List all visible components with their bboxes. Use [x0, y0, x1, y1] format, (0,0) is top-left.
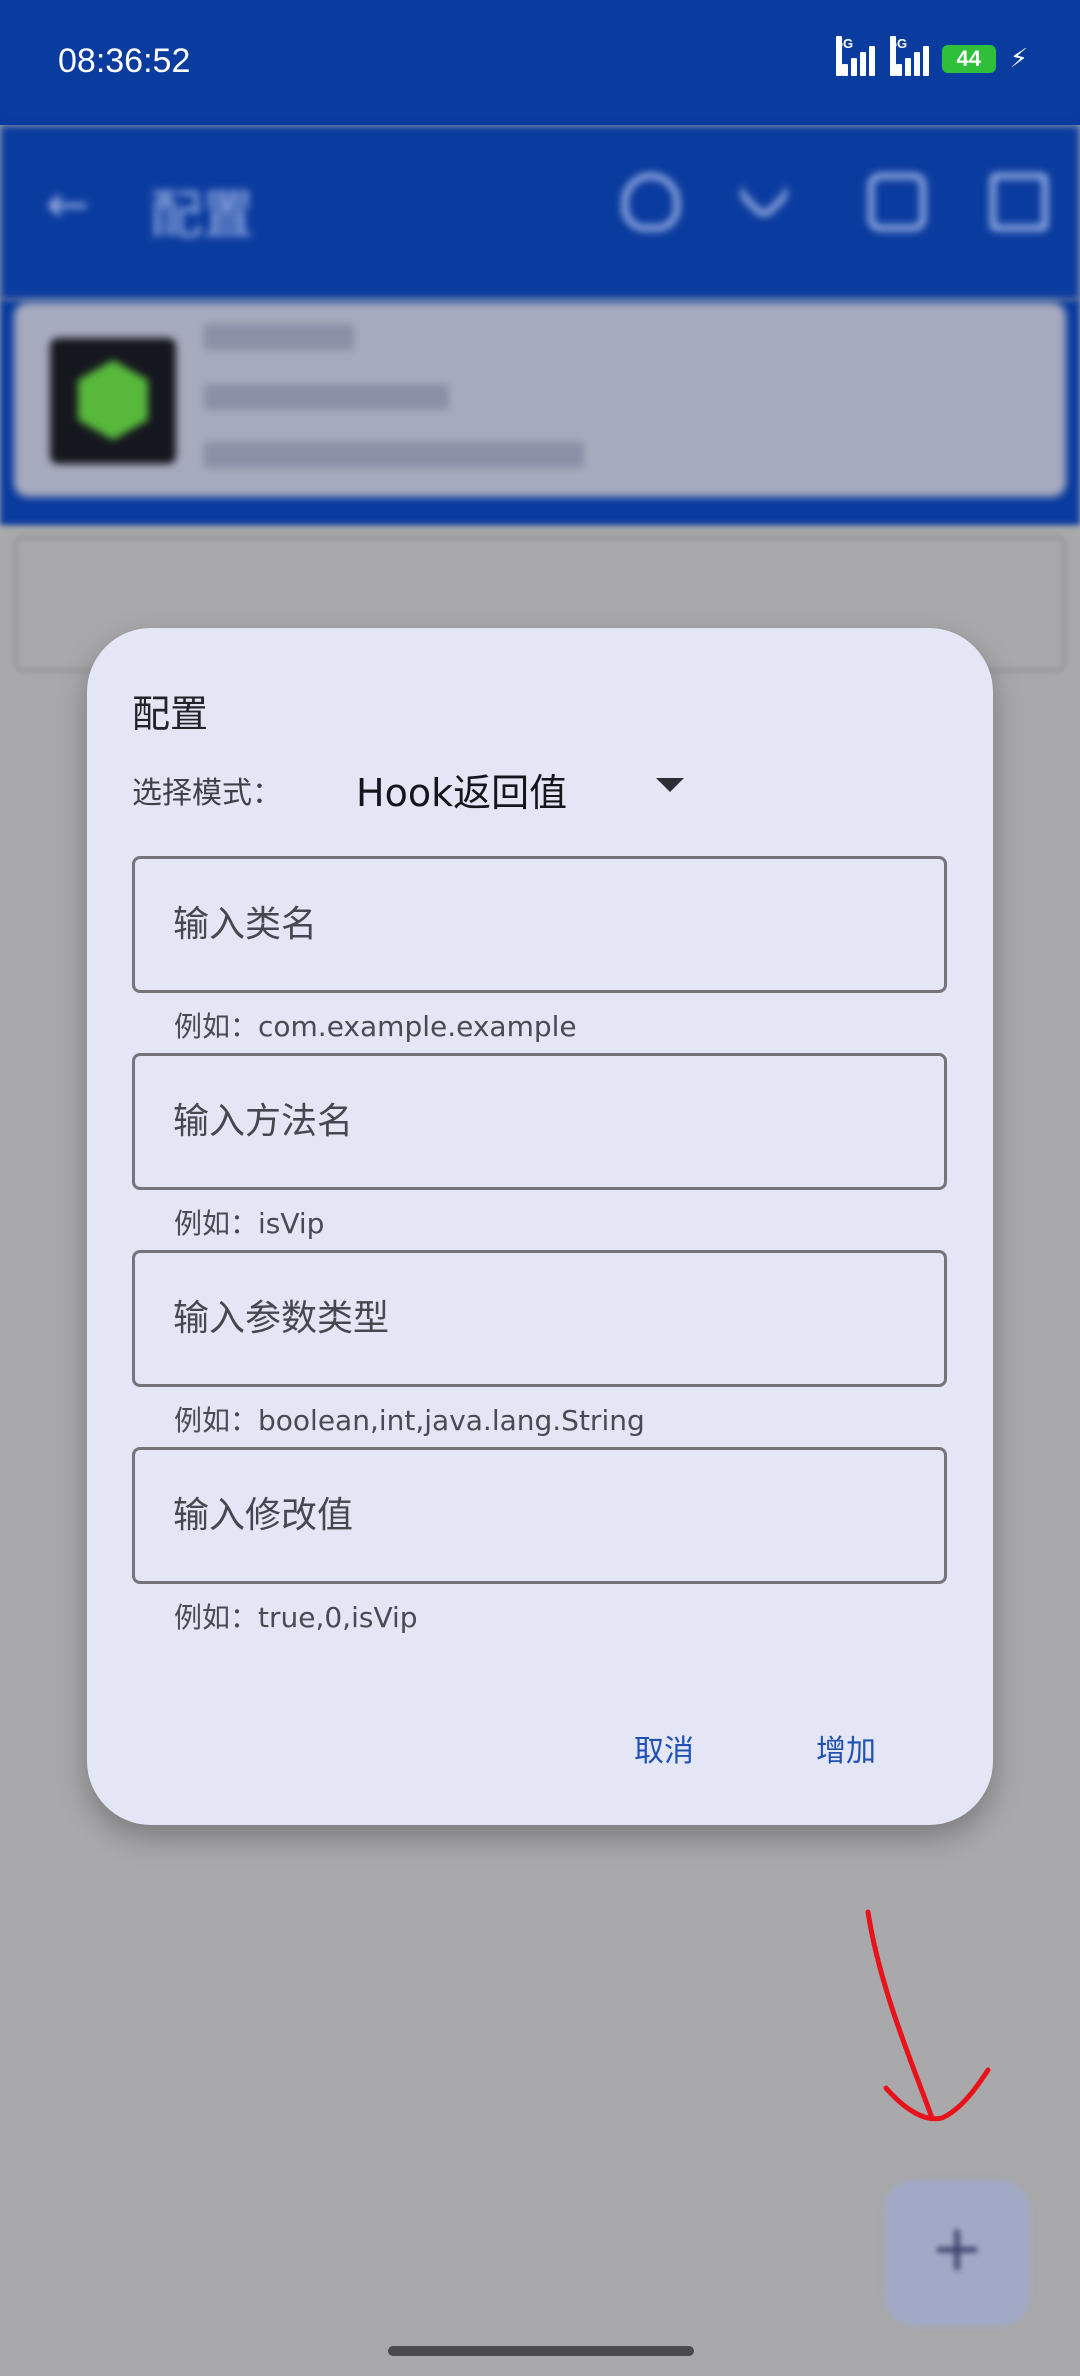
class-name-input[interactable]: [135, 859, 944, 990]
param-type-input[interactable]: [135, 1253, 944, 1384]
modify-value-hint: 例如：true,0,isVip: [174, 1601, 418, 1634]
cancel-button[interactable]: 取消: [634, 1726, 694, 1770]
method-name-field[interactable]: [132, 1053, 947, 1190]
signal-icon: 5G: [834, 36, 875, 76]
modify-value-field[interactable]: [132, 1447, 947, 1584]
method-name-input[interactable]: [135, 1056, 944, 1187]
tool-icon[interactable]: [735, 164, 793, 222]
signal-icon: 5G: [888, 36, 929, 76]
add-button[interactable]: 增加: [816, 1726, 876, 1770]
charging-icon: ⚡: [1009, 44, 1028, 74]
save-icon[interactable]: [990, 173, 1048, 231]
status-bar: 08:36:52 5G 5G 44 ⚡: [0, 0, 1080, 125]
mode-value[interactable]: Hook返回值: [356, 762, 567, 817]
mode-label: 选择模式：: [132, 776, 282, 811]
config-dialog: 配置 选择模式： Hook返回值 例如：com.example.example …: [87, 628, 993, 1825]
app-icon: [50, 338, 176, 464]
navigation-handle: [388, 2346, 694, 2356]
add-fab-button[interactable]: [884, 2180, 1030, 2326]
dropdown-arrow-icon[interactable]: [656, 778, 684, 792]
mode-selector[interactable]: 选择模式： Hook返回值: [132, 756, 952, 816]
modify-value-input[interactable]: [135, 1450, 944, 1581]
arrow-left-icon[interactable]: ←: [46, 175, 90, 235]
dialog-title: 配置: [132, 692, 209, 736]
class-name-field[interactable]: [132, 856, 947, 993]
status-icons: 5G 5G 44 ⚡: [834, 36, 1028, 76]
app-bar-title: 配置: [150, 186, 255, 246]
app-info-card: [14, 302, 1066, 497]
status-time: 08:36:52: [58, 42, 191, 80]
battery-icon: 44: [941, 45, 996, 73]
method-name-hint: 例如：isVip: [174, 1207, 325, 1240]
param-type-hint: 例如：boolean,int,java.lang.String: [174, 1404, 645, 1437]
heart-icon[interactable]: [622, 173, 680, 231]
clipboard-icon[interactable]: [868, 173, 926, 231]
class-name-hint: 例如：com.example.example: [174, 1010, 577, 1043]
app-bar: ← 配置: [0, 125, 1080, 300]
param-type-field[interactable]: [132, 1250, 947, 1387]
